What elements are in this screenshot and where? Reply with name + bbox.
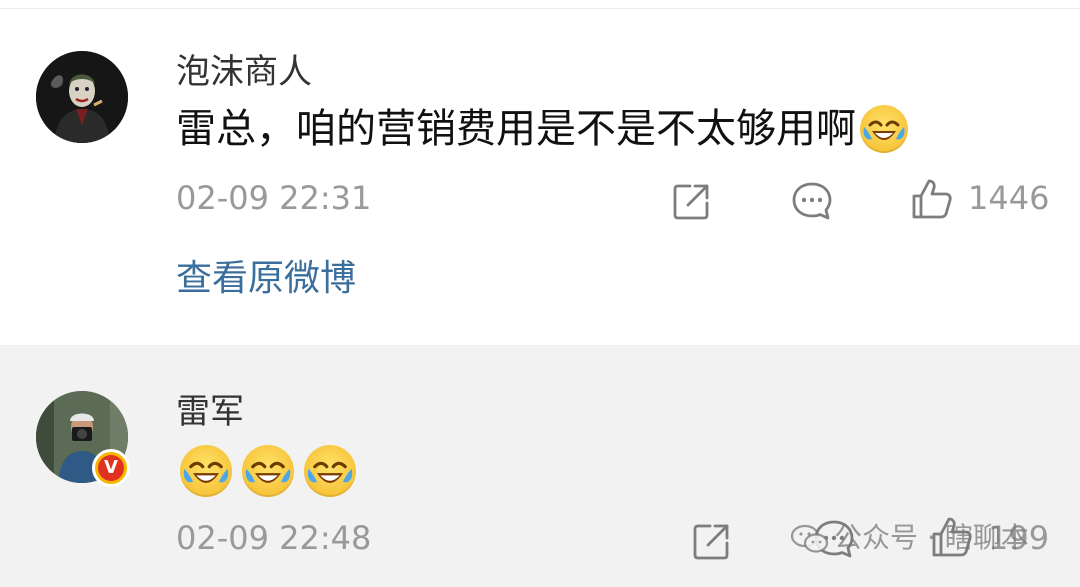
reply-username[interactable]: 雷军 [176,395,244,429]
laugh-cry-emoji-icon [860,105,908,153]
laugh-cry-emoji-icon [304,445,356,497]
comment-like-count: 1446 [968,179,1050,217]
comment-text-body: 雷总，咱的营销费用是不是不太够用啊 [176,106,856,152]
commenter-avatar[interactable] [36,51,128,143]
reply-card: V 雷军 02-09 22:48 199 公众号 · 瞎聊本 [0,345,1080,587]
joker-avatar-image [36,51,128,143]
view-original-weibo-link[interactable]: 查看原微博 [176,261,356,297]
top-divider [0,0,1080,9]
reply-timestamp: 02-09 22:48 [176,519,372,557]
wechat-watermark: 公众号 · 瞎聊本 [790,523,1029,555]
comment-card: 泡沫商人 雷总，咱的营销费用是不是不太够用啊 02-09 22:31 1446 … [0,9,1080,345]
thumbs-up-icon[interactable] [910,177,954,221]
verified-badge-icon: V [92,449,130,487]
comment-bubble-icon[interactable] [790,179,834,223]
commenter-username[interactable]: 泡沫商人 [176,55,312,89]
watermark-text: 公众号 · 瞎聊本 [834,521,1029,554]
laugh-cry-emoji-icon [180,445,232,497]
verified-badge-letter: V [98,455,124,481]
comment-text: 雷总，咱的营销费用是不是不太够用啊 [176,105,908,155]
share-icon[interactable] [670,179,714,223]
reply-emoji-row [180,445,366,497]
share-icon[interactable] [690,519,734,563]
wechat-logo-icon [790,524,829,553]
comment-timestamp: 02-09 22:31 [176,179,372,217]
laugh-cry-emoji-icon [242,445,294,497]
